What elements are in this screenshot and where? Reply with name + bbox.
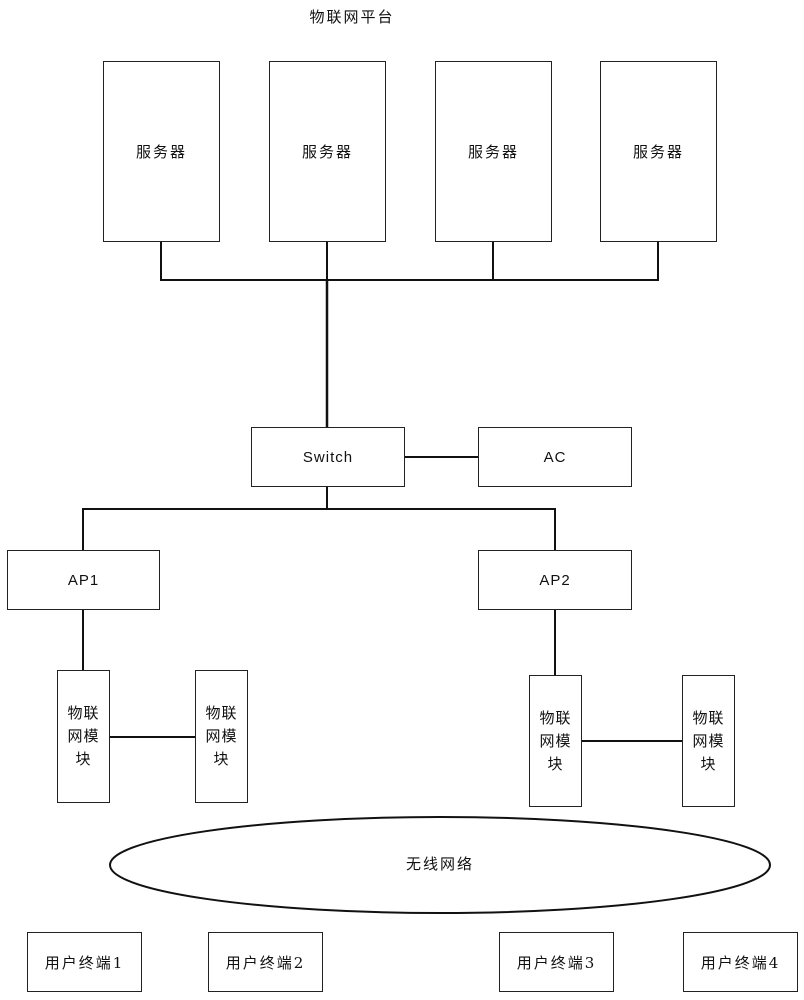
server-label: 服务器 xyxy=(301,143,353,161)
user-terminal-box-4[interactable]: 用户终端4 xyxy=(683,932,798,992)
iot-module-label: 物联网模块 xyxy=(67,704,100,768)
ac-box[interactable]: AC xyxy=(478,427,632,487)
user-terminal-box-3[interactable]: 用户终端3 xyxy=(499,932,614,992)
server-box-3[interactable]: 服务器 xyxy=(435,61,552,242)
iot-module-box-1[interactable]: 物联网模块 xyxy=(57,670,110,803)
iot-module-box-2[interactable]: 物联网模块 xyxy=(195,670,248,803)
switch-box[interactable]: Switch xyxy=(251,427,405,487)
server-label: 服务器 xyxy=(467,143,519,161)
server-box-2[interactable]: 服务器 xyxy=(269,61,386,242)
user-terminal-box-2[interactable]: 用户终端2 xyxy=(208,932,323,992)
server-box-1[interactable]: 服务器 xyxy=(103,61,220,242)
iot-module-box-4[interactable]: 物联网模块 xyxy=(682,675,735,807)
iot-module-label: 物联网模块 xyxy=(692,708,725,773)
iot-module-label: 物联网模块 xyxy=(539,708,572,773)
user-terminal-label: 用户终端4 xyxy=(700,953,781,972)
user-terminal-box-1[interactable]: 用户终端1 xyxy=(27,932,142,992)
ap-label: AP2 xyxy=(539,571,571,589)
ap-label: AP1 xyxy=(67,571,100,589)
server-label: 服务器 xyxy=(135,143,187,161)
user-terminal-label: 用户终端2 xyxy=(225,953,306,972)
ap2-box[interactable]: AP2 xyxy=(478,550,632,610)
platform-title: 物联网平台 xyxy=(309,8,395,26)
ap1-box[interactable]: AP1 xyxy=(7,550,160,610)
server-label: 服务器 xyxy=(632,143,684,161)
iot-module-box-3[interactable]: 物联网模块 xyxy=(529,675,582,807)
user-terminal-label: 用户终端1 xyxy=(44,953,125,972)
iot-module-label: 物联网模块 xyxy=(205,704,238,768)
switch-label: Switch xyxy=(302,448,354,466)
wireless-network-label: 无线网络 xyxy=(405,855,474,873)
user-terminal-label: 用户终端3 xyxy=(516,953,597,972)
server-box-4[interactable]: 服务器 xyxy=(600,61,717,242)
ac-label: AC xyxy=(543,448,567,466)
